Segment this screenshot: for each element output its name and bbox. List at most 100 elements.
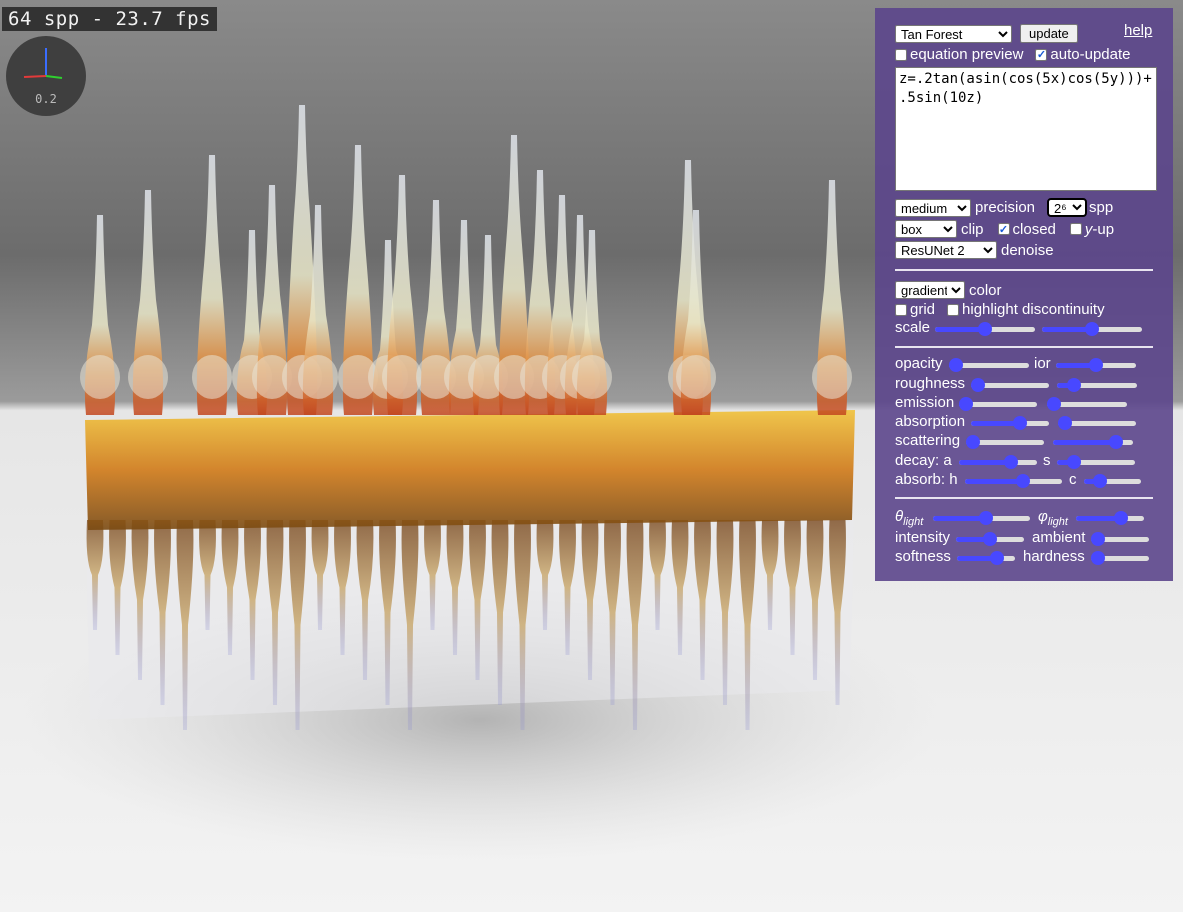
decay-a-label: decay: a [895,452,952,469]
slider-thumb[interactable] [1091,551,1105,565]
absorb-c-slider[interactable] [1084,473,1141,489]
scattering-slider[interactable] [966,434,1044,450]
theta-light-label: θlight [895,508,923,528]
slider-thumb[interactable] [1092,474,1107,488]
softness-label: softness [895,548,951,565]
absorption-slider-2[interactable] [1058,415,1136,431]
decay-s-label: s [1043,452,1051,469]
update-button[interactable]: update [1020,24,1078,43]
control-panel: Tan Forest update help equation preview … [875,8,1173,581]
closed-checkbox[interactable]: ✓ [997,223,1010,236]
roughness-label: roughness [895,375,966,392]
absorb-c-label: c [1069,471,1077,488]
grid-checkbox[interactable] [895,303,907,316]
intensity-slider[interactable] [956,531,1024,547]
scale-slider-1[interactable] [935,321,1035,337]
ior-slider[interactable] [1056,357,1136,373]
phi-symbol: φ [1038,508,1048,525]
spp-label: spp [1089,199,1114,216]
slider-thumb[interactable] [949,358,963,372]
auto-update-label: auto-update [1050,46,1131,63]
equation-preview-label: equation preview [910,46,1024,63]
slider-thumb[interactable] [966,435,980,449]
slider-thumb[interactable] [1091,532,1105,546]
scale-slider-2[interactable] [1042,321,1142,337]
y-up-label: -up [1092,220,1115,238]
slider-thumb[interactable] [1089,358,1103,372]
divider [895,497,1153,499]
equation-input[interactable]: z=.2tan(asin(cos(5x)cos(5y)))+.5sin(10z) [895,67,1157,191]
intensity-label: intensity [895,529,951,546]
fps-counter: 64 spp - 23.7 fps [2,7,217,31]
denoise-label: denoise [1001,241,1054,259]
help-link[interactable]: help [1124,22,1152,39]
color-select[interactable]: gradient [895,281,965,299]
slider-thumb[interactable] [1003,455,1018,469]
color-label: color [969,281,1002,299]
ambient-slider[interactable] [1091,531,1149,547]
slider-thumb[interactable] [1066,378,1081,392]
absorption-slider[interactable] [971,415,1049,431]
ambient-label: ambient [1032,529,1086,546]
absorption-label: absorption [895,413,966,430]
roughness-slider-2[interactable] [1057,377,1137,393]
scattering-label: scattering [895,432,961,449]
slider-thumb[interactable] [1012,416,1027,430]
scattering-slider-2[interactable] [1053,434,1133,450]
theta-light-slider[interactable] [933,510,1030,526]
roughness-slider[interactable] [971,377,1049,393]
slider-thumb[interactable] [1113,511,1128,525]
y-up-label-y: y [1084,220,1093,238]
slider-thumb[interactable] [990,551,1004,565]
absorb-h-slider[interactable] [965,473,1062,489]
clip-label: clip [961,220,984,238]
slider-thumb[interactable] [983,532,997,546]
highlight-discontinuity-checkbox[interactable] [947,303,960,316]
slider-thumb[interactable] [1085,322,1099,336]
opacity-slider[interactable] [949,357,1029,373]
hardness-slider[interactable] [1091,550,1149,566]
precision-label: precision [975,199,1036,216]
slider-thumb[interactable] [1109,435,1124,449]
decay-a-slider[interactable] [959,454,1037,470]
closed-label: closed [1012,220,1056,238]
precision-select[interactable]: medium [895,198,971,217]
highlight-discontinuity-label: highlight discontinuity [962,301,1105,318]
slider-thumb[interactable] [1066,455,1081,469]
denoise-select[interactable]: ResUNet 2 [895,241,997,259]
phi-light-sub: light [1047,516,1068,528]
equation-preview-checkbox[interactable] [895,48,907,61]
slider-thumb[interactable] [959,397,973,411]
emission-slider-2[interactable] [1047,396,1127,412]
absorb-h-label: absorb: h [895,471,958,488]
hardness-label: hardness [1023,548,1085,565]
slider-thumb[interactable] [978,511,993,525]
emission-slider[interactable] [959,396,1037,412]
theta-light-sub: light [903,516,924,528]
slider-fill [965,479,1024,484]
divider [895,269,1153,271]
clip-select[interactable]: box [895,220,957,238]
preset-select[interactable]: Tan Forest [895,24,1012,43]
phi-light-slider[interactable] [1076,510,1144,526]
axes-gizmo[interactable]: 0.2 [6,36,86,116]
emission-label: emission [895,394,955,411]
auto-update-checkbox[interactable]: ✓ [1035,48,1048,61]
theta-symbol: θ [895,508,904,525]
opacity-label: opacity [895,355,943,372]
divider [895,346,1153,348]
grid-label: grid [910,301,936,318]
slider-thumb[interactable] [978,322,992,336]
spp-select[interactable]: 2⁶ [1047,198,1088,217]
ior-label: ior [1034,355,1051,372]
slider-thumb[interactable] [1047,397,1061,411]
axes-scale-label: 0.2 [35,92,57,106]
softness-slider[interactable] [957,550,1015,566]
phi-light-label: φlight [1038,508,1068,528]
slider-thumb[interactable] [1016,474,1031,488]
decay-s-slider[interactable] [1057,454,1135,470]
scale-label: scale [895,319,931,336]
slider-thumb[interactable] [971,378,985,392]
y-up-checkbox[interactable] [1069,223,1082,235]
slider-thumb[interactable] [1058,416,1072,430]
